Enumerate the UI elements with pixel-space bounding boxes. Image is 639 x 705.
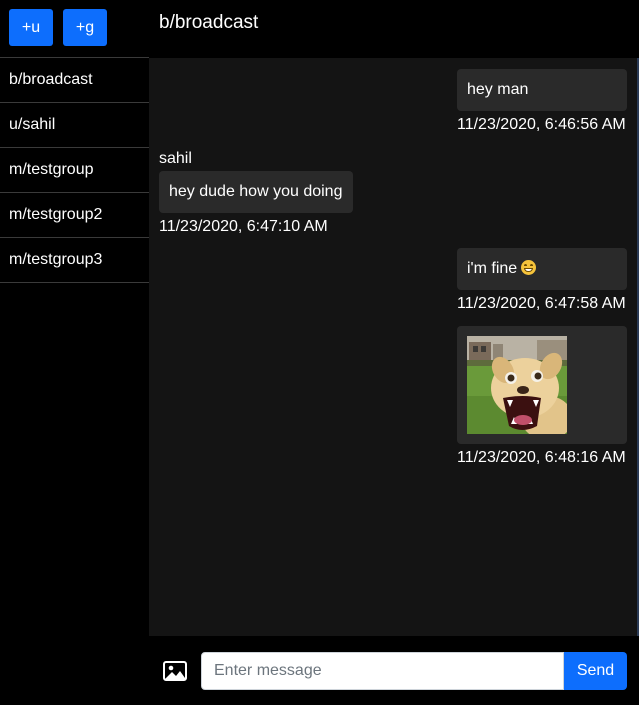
sidebar-item-sahil[interactable]: u/sahil [0,103,149,148]
sidebar-actions: +u +g [0,0,149,57]
add-group-button[interactable]: +g [63,9,107,46]
message-text: hey dude how you doing [169,183,343,200]
message-timestamp: 11/23/2020, 6:47:58 AM [457,295,626,312]
sidebar-item-testgroup[interactable]: m/testgroup [0,148,149,193]
message-input[interactable] [201,652,564,690]
message-bubble: hey dude how you doing [159,171,353,213]
add-user-button[interactable]: +u [9,9,53,46]
chat-app: +u +g b/broadcast u/sahil m/testgroup m/… [0,0,639,705]
sidebar: +u +g b/broadcast u/sahil m/testgroup m/… [0,0,149,705]
message-bubble [457,326,627,444]
message-bubble: i'm fine [457,248,627,290]
message-incoming: sahil hey dude how you doing 11/23/2020,… [159,150,353,236]
message-outgoing: i'm fine 11/23/2020, 6:47:58 AM [457,248,627,313]
send-button[interactable]: Send [564,652,627,690]
message-timestamp: 11/23/2020, 6:47:10 AM [159,218,328,235]
sidebar-item-testgroup2[interactable]: m/testgroup2 [0,193,149,238]
message-composer: Send [149,636,639,705]
message-outgoing-image: 11/23/2020, 6:48:16 AM [457,326,627,467]
message-timestamp: 11/23/2020, 6:48:16 AM [457,449,626,466]
message-text: i'm fine [467,260,518,277]
message-list[interactable]: hey man 11/23/2020, 6:46:56 AM sahil hey… [149,58,639,636]
chat-header: b/broadcast [149,0,639,58]
dog-photo[interactable] [467,336,567,434]
sidebar-item-broadcast[interactable]: b/broadcast [0,58,149,103]
message-sender: sahil [159,150,192,167]
sidebar-item-testgroup3[interactable]: m/testgroup3 [0,238,149,283]
chat-title: b/broadcast [159,12,259,33]
grinning-face-icon [521,260,537,275]
message-text: hey man [467,81,529,98]
message-outgoing: hey man 11/23/2020, 6:46:56 AM [457,69,627,134]
chat-list: b/broadcast u/sahil m/testgroup m/testgr… [0,57,149,283]
image-icon[interactable] [163,661,187,681]
message-timestamp: 11/23/2020, 6:46:56 AM [457,116,626,133]
message-bubble: hey man [457,69,627,111]
